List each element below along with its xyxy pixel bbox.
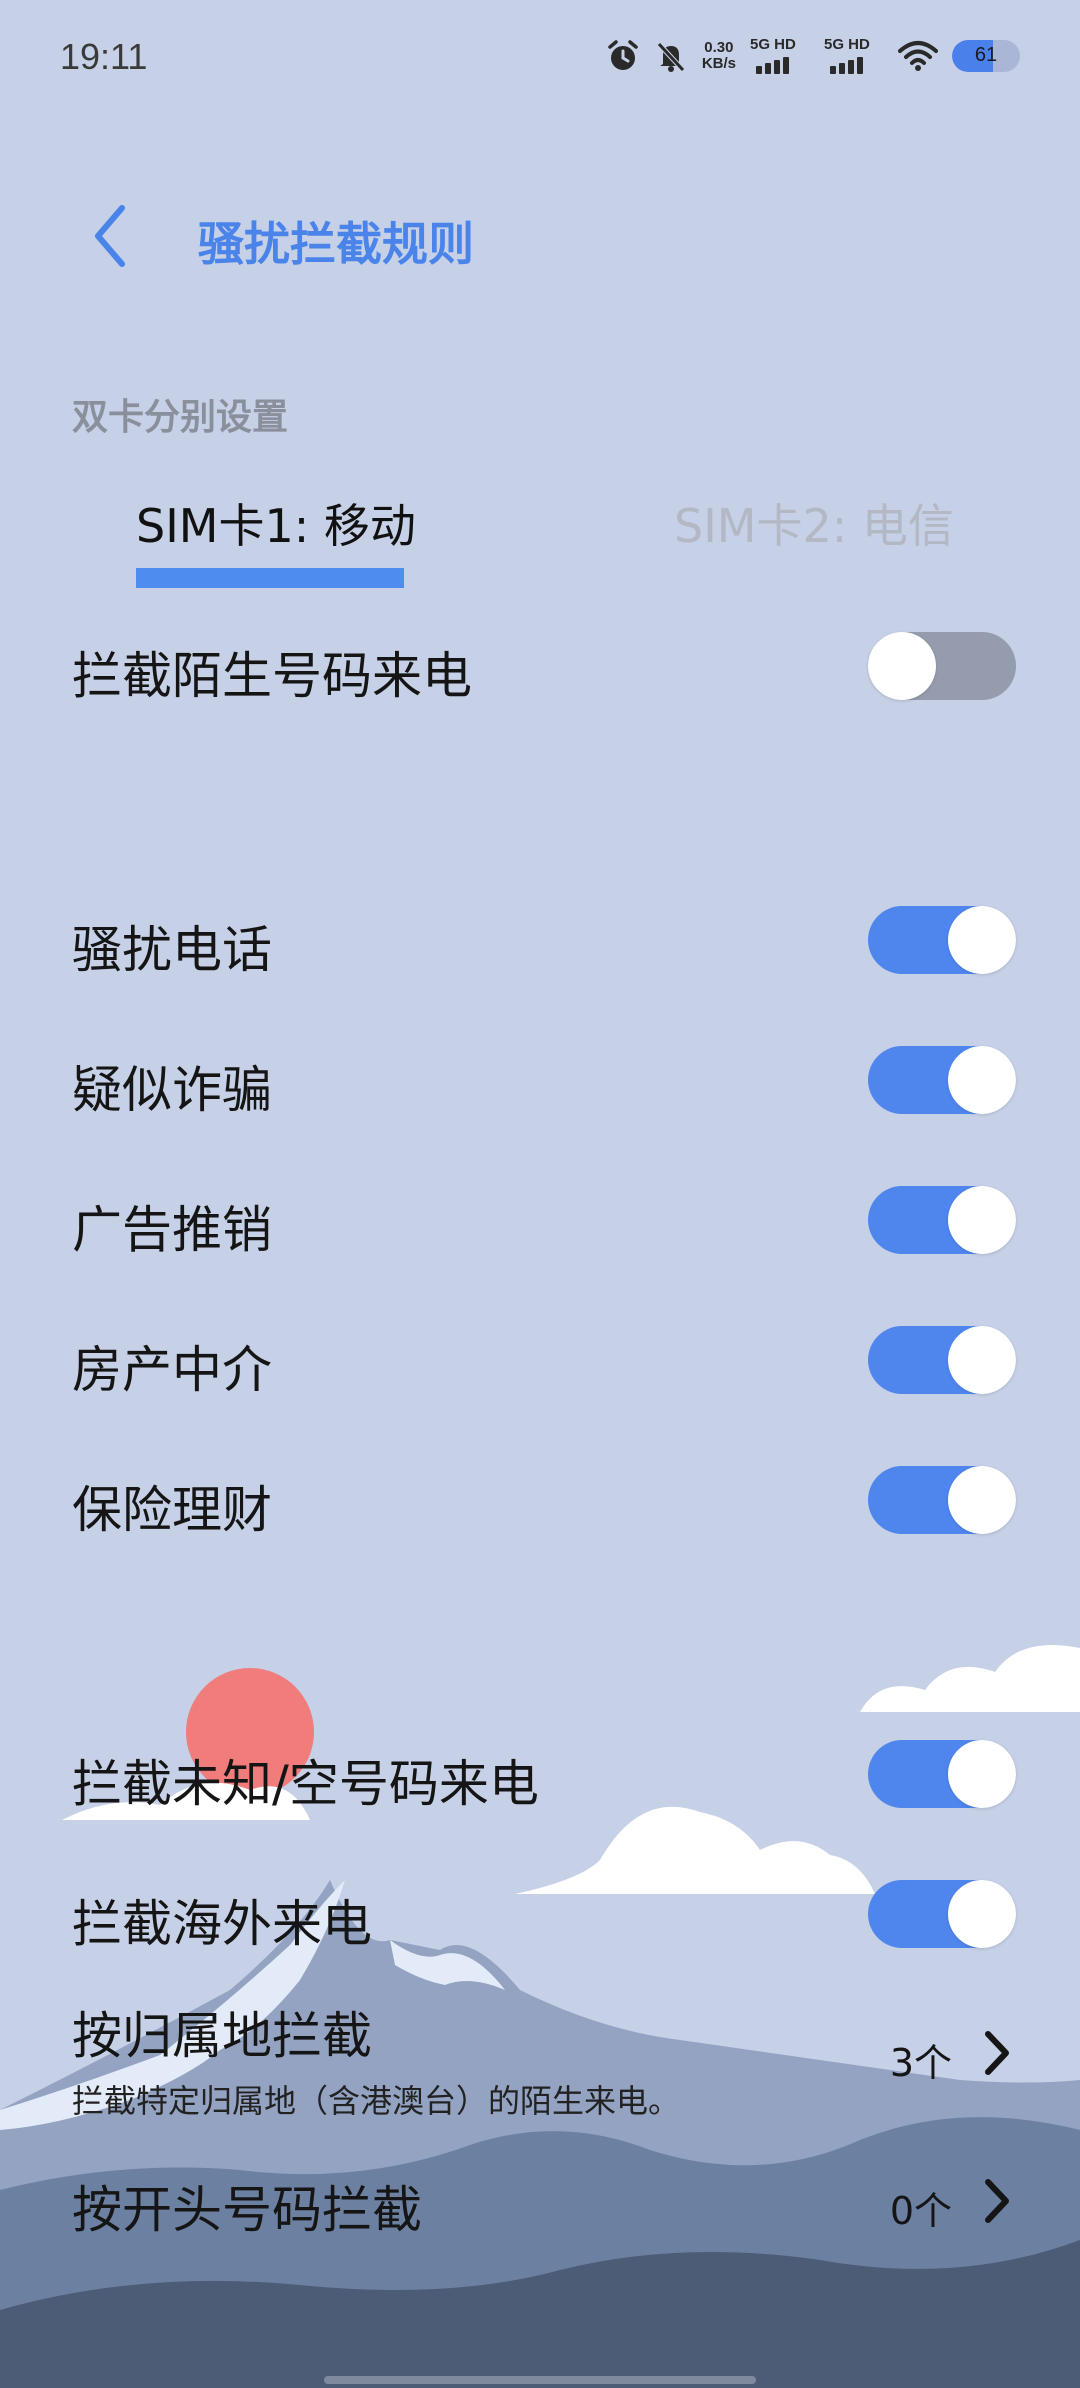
row-block-unknown-numbers: 拦截陌生号码来电 <box>0 632 1080 705</box>
tab-sim1[interactable]: SIM卡1: 移动 <box>136 490 416 556</box>
sim2-signal-icon: 5G HD <box>824 36 884 76</box>
row-label: 按归属地拦截 <box>72 2007 372 2065</box>
toggle-knob <box>948 1046 1016 1114</box>
row-label: 拦截未知/空号码来电 <box>72 1755 539 1813</box>
alarm-icon <box>606 39 640 73</box>
row-label: 疑似诈骗 <box>72 1061 272 1119</box>
row-advertising: 广告推销 <box>0 1186 1080 1259</box>
network-speed-value: 0.30 <box>704 39 734 56</box>
status-time: 19:11 <box>60 36 148 77</box>
status-bar: 19:11 0.30 KB/s 5G HD 5G HD 61 <box>0 0 1080 118</box>
toggle-block-unknown-numbers[interactable] <box>868 632 1016 700</box>
sim-tabs: SIM卡1: 移动 SIM卡2: 电信 <box>0 490 1080 590</box>
tab-selected-indicator <box>136 568 404 588</box>
section-label: 双卡分别设置 <box>72 397 289 438</box>
row-value: 3个 <box>889 2041 952 2085</box>
row-label: 保险理财 <box>72 1481 272 1539</box>
sim1-network-label: 5G HD <box>750 36 796 53</box>
back-button[interactable] <box>78 204 142 268</box>
mountain-illustration <box>0 1880 1080 2388</box>
toggle-knob <box>948 906 1016 974</box>
sim2-network-label: 5G HD <box>824 36 870 53</box>
toggle-knob <box>948 1186 1016 1254</box>
toggle-knob <box>948 1740 1016 1808</box>
tab-sim2[interactable]: SIM卡2: 电信 <box>674 490 954 556</box>
mute-bell-icon <box>654 39 688 73</box>
row-block-overseas: 拦截海外来电 <box>0 1880 1080 1953</box>
row-block-invalid-numbers: 拦截未知/空号码来电 <box>0 1740 1080 1813</box>
toggle-knob <box>948 1326 1016 1394</box>
row-block-by-prefix[interactable]: 按开头号码拦截 0个 <box>0 2166 1080 2239</box>
row-block-by-location[interactable]: 按归属地拦截 拦截特定归属地（含港澳台）的陌生来电。 3个 <box>0 1996 1080 2120</box>
sim1-signal-icon: 5G HD <box>750 36 810 76</box>
row-harassment-calls: 骚扰电话 <box>0 906 1080 979</box>
row-label: 房产中介 <box>72 1341 272 1399</box>
toggle-knob <box>948 1466 1016 1534</box>
row-label: 拦截海外来电 <box>72 1895 372 1953</box>
header: 骚扰拦截规则 <box>0 190 1080 280</box>
network-speed-unit: KB/s <box>701 55 736 72</box>
wifi-icon <box>898 39 938 73</box>
row-insurance-finance: 保险理财 <box>0 1466 1080 1539</box>
row-value: 0个 <box>889 2189 952 2233</box>
chevron-left-icon <box>95 205 125 267</box>
chevron-right-icon <box>985 2031 1009 2075</box>
row-label: 拦截陌生号码来电 <box>72 647 472 705</box>
chevron-right-icon <box>985 2179 1009 2223</box>
network-speed: 0.30 KB/s <box>702 40 736 72</box>
battery-level: 61 <box>974 44 998 66</box>
toggle-insurance-finance[interactable] <box>868 1466 1016 1534</box>
battery-icon: 61 <box>952 40 1020 72</box>
toggle-block-invalid-numbers[interactable] <box>868 1740 1016 1808</box>
row-description: 拦截特定归属地（含港澳台）的陌生来电。 <box>72 2082 681 2120</box>
toggle-knob <box>948 1880 1016 1948</box>
row-suspected-fraud: 疑似诈骗 <box>0 1046 1080 1119</box>
toggle-block-overseas[interactable] <box>868 1880 1016 1948</box>
status-icons: 0.30 KB/s 5G HD 5G HD 61 <box>606 34 1020 78</box>
toggle-knob <box>868 632 936 700</box>
toggle-harassment-calls[interactable] <box>868 906 1016 974</box>
row-label: 骚扰电话 <box>72 921 272 979</box>
toggle-suspected-fraud[interactable] <box>868 1046 1016 1114</box>
page-title: 骚扰拦截规则 <box>198 217 474 271</box>
home-indicator[interactable] <box>324 2376 756 2384</box>
toggle-advertising[interactable] <box>868 1186 1016 1254</box>
row-label: 广告推销 <box>72 1201 272 1259</box>
toggle-real-estate-agents[interactable] <box>868 1326 1016 1394</box>
row-label: 按开头号码拦截 <box>72 2181 422 2239</box>
row-real-estate-agents: 房产中介 <box>0 1326 1080 1399</box>
